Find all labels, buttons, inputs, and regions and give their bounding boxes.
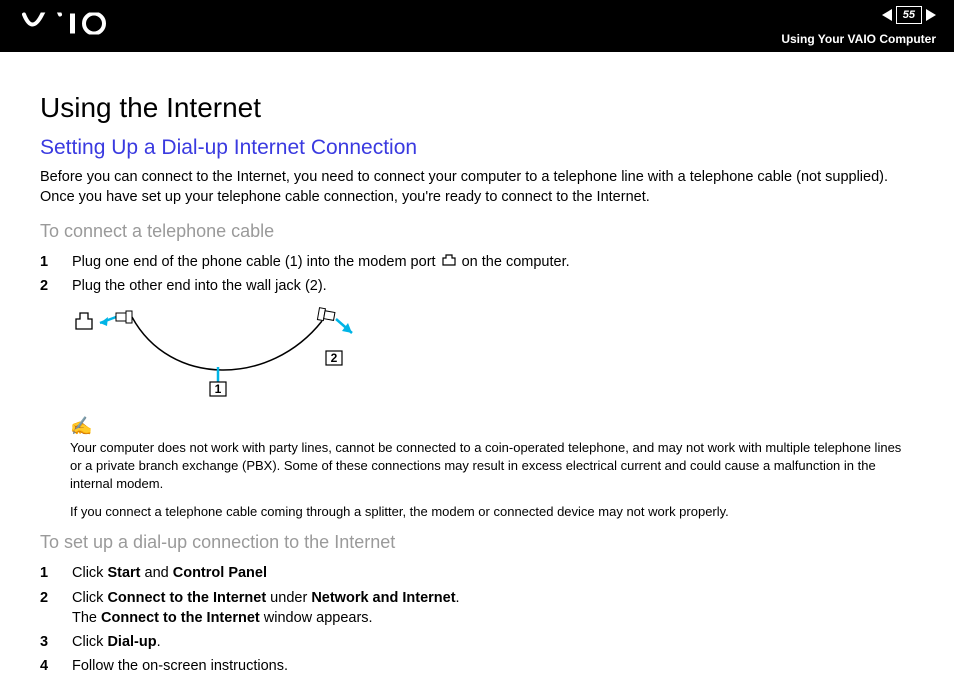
step-item: Plug the other end into the wall jack (2… (40, 276, 914, 296)
svg-text:2: 2 (331, 351, 338, 365)
header-bar: 55 Using Your VAIO Computer (0, 0, 954, 52)
page-number: 55 (896, 6, 922, 24)
intro-paragraph: Before you can connect to the Internet, … (40, 168, 914, 207)
arrow-right-icon (926, 9, 936, 21)
step-item: Click Connect to the Internet under Netw… (40, 588, 914, 629)
page-navigation: 55 (882, 6, 936, 24)
step-item: Click Dial-up. (40, 632, 914, 652)
arrow-left-icon (882, 9, 892, 21)
steps-setup-dialup: Click Start and Control Panel Click Conn… (40, 563, 914, 676)
subheading-connect-cable: To connect a telephone cable (40, 221, 914, 242)
steps-connect-cable: Plug one end of the phone cable (1) into… (40, 252, 914, 297)
svg-text:1: 1 (215, 382, 222, 396)
modem-port-icon (442, 252, 456, 272)
page-title: Using the Internet (40, 92, 914, 124)
subheading-setup-dialup: To set up a dial-up connection to the In… (40, 532, 914, 553)
note-text-1: Your computer does not work with party l… (70, 440, 901, 491)
note-icon: ✍ (70, 416, 914, 437)
header-subtitle: Using Your VAIO Computer (781, 32, 936, 46)
cable-diagram: 1 2 (70, 307, 914, 402)
note-block: ✍ Your computer does not work with party… (40, 416, 914, 521)
note-text-2: If you connect a telephone cable coming … (70, 503, 914, 521)
section-heading: Setting Up a Dial-up Internet Connection (40, 136, 914, 160)
next-page-button[interactable] (926, 9, 936, 21)
step-item: Click Start and Control Panel (40, 563, 914, 583)
vaio-logo (22, 13, 132, 40)
step-item: Plug one end of the phone cable (1) into… (40, 252, 914, 272)
page-content: Using the Internet Setting Up a Dial-up … (0, 52, 954, 677)
prev-page-button[interactable] (882, 9, 892, 21)
